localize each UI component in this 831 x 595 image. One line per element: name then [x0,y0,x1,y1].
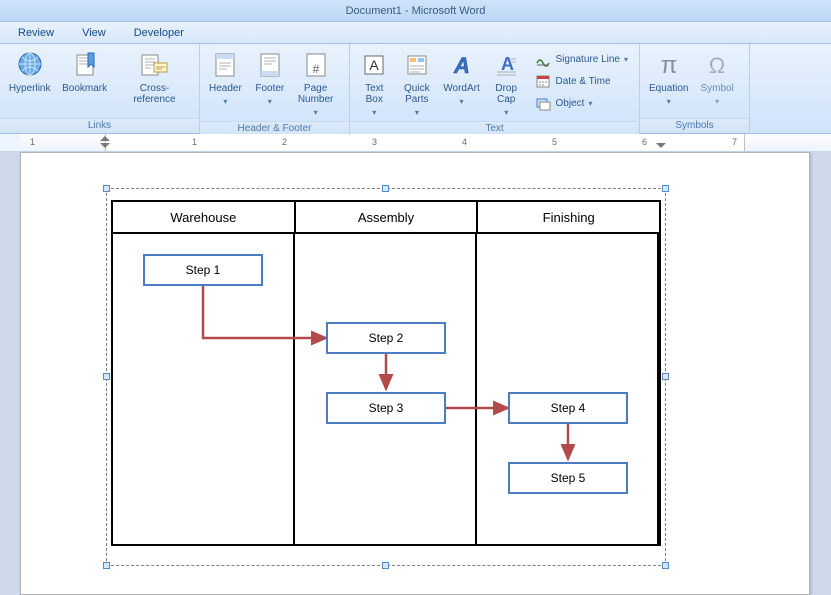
textbox-icon: A [358,49,390,81]
header-button[interactable]: Header ▾ [204,46,247,110]
dropdown-icon: ▾ [314,107,318,118]
quickparts-icon [401,49,433,81]
step-5[interactable]: Step 5 [508,462,628,494]
tab-developer[interactable]: Developer [120,22,198,43]
lane-header-warehouse[interactable]: Warehouse [113,202,296,234]
document-area: Warehouse Assembly Finishing [0,152,831,595]
ruler-mark: 2 [282,137,287,147]
calendar-icon [535,73,551,89]
quickparts-button[interactable]: Quick Parts ▾ [397,46,438,121]
ribbon-tabs: Review View Developer [0,22,831,44]
step-4[interactable]: Step 4 [508,392,628,424]
hyperlink-button[interactable]: Hyperlink [4,46,55,97]
group-text: A Text Box ▾ Quick Parts ▾ A WordArt ▾ [350,44,640,133]
ruler-mark: 7 [732,137,737,147]
resize-handle-sw[interactable] [103,562,110,569]
footer-icon [254,49,286,81]
svg-text:A: A [501,54,514,74]
dropdown-icon: ▾ [460,96,464,107]
dropdown-icon: ▾ [588,99,592,108]
signature-line-button[interactable]: Signature Line ▾ [530,48,633,70]
svg-text:A: A [453,53,470,78]
dropdown-icon: ▾ [372,107,376,118]
pi-icon: π [653,49,685,81]
ruler-mark: 5 [552,137,557,147]
group-symbols-label: Symbols [640,118,749,133]
wordart-icon: A [446,49,478,81]
dropcap-button[interactable]: A Drop Cap ▾ [486,46,527,121]
dropdown-icon: ▾ [624,55,628,64]
group-links-label: Links [0,118,199,133]
dropdown-icon: ▾ [667,96,671,107]
page[interactable]: Warehouse Assembly Finishing [20,152,810,595]
symbol-button[interactable]: Ω Symbol ▾ [695,46,738,110]
omega-icon: Ω [701,49,733,81]
dropdown-icon: ▾ [223,96,227,107]
lane-finishing[interactable] [477,234,659,544]
object-icon [535,95,551,111]
svg-text:π: π [660,52,677,79]
resize-handle-se[interactable] [662,562,669,569]
object-button[interactable]: Object ▾ [530,92,633,114]
dropdown-icon: ▾ [415,107,419,118]
cross-reference-button[interactable]: Cross-reference [114,46,195,108]
dropdown-icon: ▾ [268,96,272,107]
ruler-mark: 1 [30,137,35,147]
date-time-button[interactable]: Date & Time [530,70,633,92]
title-text: Document1 - Microsoft Word [346,5,486,17]
group-links: Hyperlink Bookmark Cross-reference Links [0,44,200,133]
ribbon: Hyperlink Bookmark Cross-reference Links [0,44,831,134]
lane-assembly[interactable] [295,234,477,544]
tab-review[interactable]: Review [4,22,68,43]
header-icon [209,49,241,81]
svg-text:#: # [312,62,319,76]
first-line-indent-marker[interactable] [100,136,110,141]
page-number-icon: # [300,49,332,81]
resize-handle-nw[interactable] [103,185,110,192]
hanging-indent-marker[interactable] [100,143,110,148]
lane-header-finishing[interactable]: Finishing [478,202,659,234]
resize-handle-n[interactable] [382,185,389,192]
swimlane-diagram[interactable]: Warehouse Assembly Finishing [111,200,661,546]
text-small-buttons: Signature Line ▾ Date & Time Object ▾ [528,46,635,116]
title-bar: Document1 - Microsoft Word [0,0,831,22]
dropcap-icon: A [490,49,522,81]
step-2[interactable]: Step 2 [326,322,446,354]
svg-text:A: A [370,57,380,73]
dropdown-icon: ▾ [504,107,508,118]
resize-handle-s[interactable] [382,562,389,569]
svg-text:Ω: Ω [709,53,725,78]
right-indent-marker[interactable] [656,143,666,148]
globe-icon [14,49,46,81]
wordart-button[interactable]: A WordArt ▾ [439,46,484,110]
lane-header-assembly[interactable]: Assembly [296,202,479,234]
equation-button[interactable]: π Equation ▾ [644,46,693,110]
horizontal-ruler[interactable]: 1 1 2 3 4 5 6 7 [0,134,831,152]
page-number-button[interactable]: # Page Number ▾ [293,46,339,121]
resize-handle-w[interactable] [103,373,110,380]
ruler-mark: 3 [372,137,377,147]
bookmark-icon [69,49,101,81]
textbox-button[interactable]: A Text Box ▾ [354,46,395,121]
footer-button[interactable]: Footer ▾ [249,46,291,110]
signature-icon [535,51,551,67]
resize-handle-e[interactable] [662,373,669,380]
ruler-mark: 6 [642,137,647,147]
ruler-mark: 1 [192,137,197,147]
tab-view[interactable]: View [68,22,120,43]
group-symbols: π Equation ▾ Ω Symbol ▾ Symbols [640,44,750,133]
cross-reference-icon [138,49,170,81]
ruler-mark: 4 [462,137,467,147]
bookmark-button[interactable]: Bookmark [57,46,112,97]
dropdown-icon: ▾ [715,96,719,107]
step-3[interactable]: Step 3 [326,392,446,424]
resize-handle-ne[interactable] [662,185,669,192]
step-1[interactable]: Step 1 [143,254,263,286]
group-header-footer: Header ▾ Footer ▾ # Page Number ▾ Header… [200,44,350,133]
